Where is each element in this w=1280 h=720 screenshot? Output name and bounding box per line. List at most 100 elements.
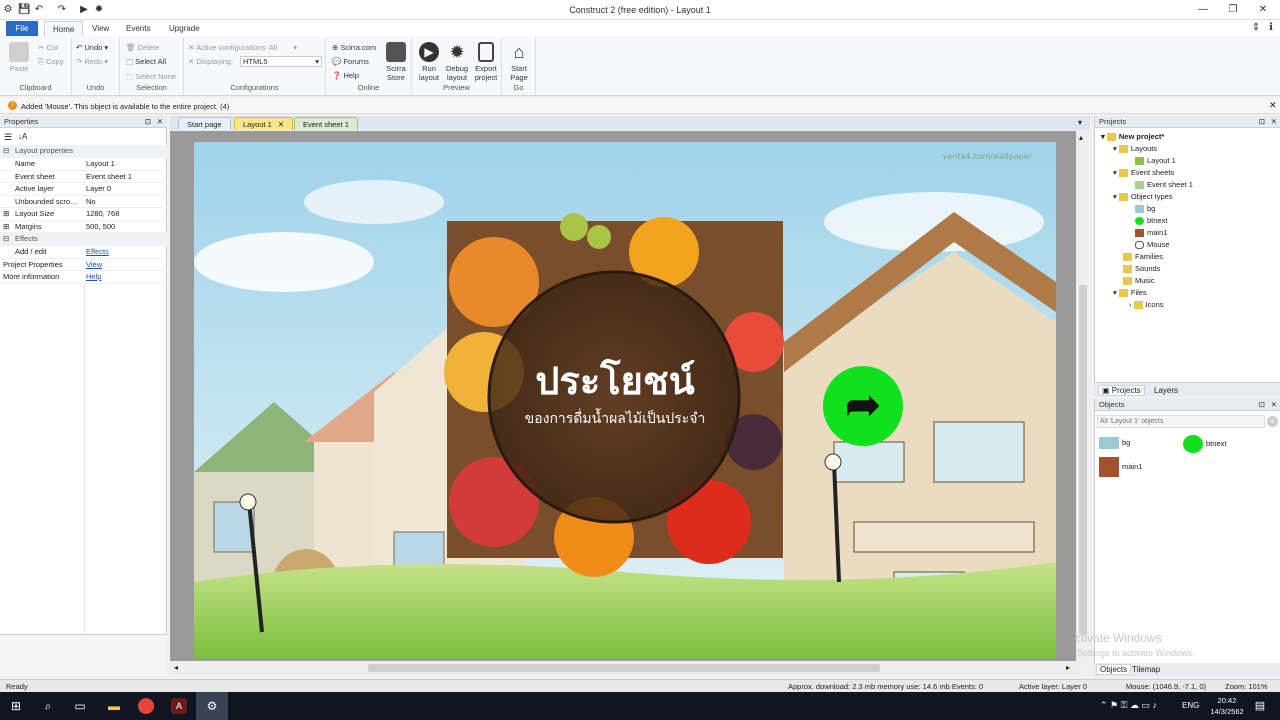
run-layout-button[interactable]: ▶ Run layout [416, 42, 442, 82]
select-none-button[interactable]: ⬚ Select None [126, 72, 176, 81]
notification-close-icon[interactable]: ✕ [1269, 100, 1277, 111]
scroll-left-icon[interactable]: ◂ [174, 663, 178, 672]
clock-date[interactable]: 14/3/2562 [1204, 707, 1250, 716]
pin-icon[interactable]: ⊡ [1259, 116, 1265, 128]
export-project-button[interactable]: Export project [472, 42, 500, 82]
tab-file[interactable]: File [6, 21, 38, 36]
tab-upgrade[interactable]: Upgrade [161, 21, 208, 36]
delete-button[interactable]: 🗑 Delete [126, 43, 159, 52]
pin-icon[interactable]: ⊡ [145, 116, 151, 128]
search-icon[interactable]: ⌕ [40, 698, 56, 714]
select-all-button[interactable]: ⬚ Select All [126, 57, 166, 66]
tabs-dropdown-icon[interactable]: ▾ [1078, 118, 1082, 127]
app-icon-red[interactable]: A [171, 698, 187, 714]
tree-item-event-sheet-1[interactable]: Event sheet 1 [1135, 180, 1193, 190]
tree-item-layout-1[interactable]: Layout 1 [1135, 156, 1176, 166]
language-indicator[interactable]: ENG [1182, 701, 1199, 710]
sort-alpha-icon[interactable]: ↓A [18, 132, 27, 141]
tab-layout-1[interactable]: Layout 1 ✕ [234, 117, 294, 130]
pin-icon[interactable]: ⊡ [1259, 399, 1265, 411]
tree-item-icons[interactable]: › Icons [1129, 300, 1164, 310]
active-configurations-dropdown[interactable]: ✕ Active configurations: All ▾ [188, 43, 297, 52]
tree-item-files[interactable]: ▾ Files [1113, 288, 1147, 298]
object-btnext[interactable]: btnext [1183, 435, 1226, 453]
prop-key: Layout Size [15, 209, 55, 218]
tree-item-mouse[interactable]: Mouse [1135, 240, 1170, 250]
section-layout-properties[interactable]: ⊟ Layout properties [0, 145, 167, 158]
start-icon[interactable]: ⊞ [8, 698, 24, 714]
objects-close-icon[interactable]: ✕ [1271, 399, 1277, 411]
layout-canvas[interactable]: ประโยชน์ ของการดื่มน้ำผลไม้เป็นประจำ yen… [194, 142, 1056, 659]
displaying-select[interactable]: HTML5 ▾ [240, 56, 322, 67]
tree-item-main1[interactable]: main1 [1135, 228, 1167, 238]
horizontal-scrollbar[interactable]: ◂ ▸ [170, 661, 1080, 675]
tree-item-bg[interactable]: bg [1135, 204, 1155, 214]
paste-button[interactable]: Paste [6, 42, 32, 73]
categorized-icon[interactable]: ☰ [4, 132, 12, 143]
prop-row-event-sheet[interactable]: Event sheet Event sheet 1 [0, 171, 167, 183]
tab-projects[interactable]: ▣ Projects [1098, 385, 1145, 396]
tree-item-event-sheets[interactable]: ▾ Event sheets [1113, 168, 1174, 178]
prop-row-active-layer[interactable]: Active layer Layer 0 [0, 183, 167, 196]
prop-row-margins[interactable]: ⊞ Margins 500, 500 [0, 221, 167, 233]
scirra-store-button[interactable]: Scirra Store [384, 42, 408, 82]
view-link[interactable]: View [86, 259, 102, 272]
clock-time[interactable]: 20:42 [1212, 696, 1242, 705]
horizontal-scroll-thumb[interactable] [368, 664, 880, 672]
scroll-up-icon[interactable]: ▴ [1079, 133, 1083, 142]
copy-button[interactable]: ⎘ Copy [38, 57, 64, 67]
notifications-icon[interactable]: ▤ [1252, 698, 1268, 714]
section-layout-label: Layout properties [15, 146, 73, 155]
forums-link[interactable]: 💬 Forums [332, 57, 369, 66]
properties-close-icon[interactable]: ✕ [157, 116, 163, 128]
tab-close-icon[interactable]: ✕ [278, 120, 284, 129]
tab-objects[interactable]: Objects [1096, 664, 1132, 675]
tab-tilemap[interactable]: Tilemap [1132, 665, 1160, 674]
scirra-link[interactable]: ⊕ Scirra.com [332, 43, 376, 52]
redo-button[interactable]: ↷ Redo ▾ [76, 57, 108, 66]
construct-taskbar-button[interactable]: ⚙ [196, 692, 228, 720]
cut-button[interactable]: ✂ Cut [38, 43, 58, 52]
prop-row-name[interactable]: Name Layout 1 [0, 158, 167, 171]
close-button[interactable]: ✕ [1253, 3, 1273, 17]
object-bg[interactable]: bg [1099, 437, 1130, 449]
objects-filter-input[interactable] [1097, 415, 1265, 428]
help-icon[interactable]: ℹ [1265, 22, 1277, 34]
section-effects[interactable]: ⊟ Effects [0, 233, 167, 246]
file-explorer-icon[interactable]: ▬ [106, 698, 122, 714]
tree-root[interactable]: ▾ New project* [1101, 132, 1164, 142]
vertical-scroll-thumb[interactable] [1079, 285, 1087, 635]
tree-item-sounds[interactable]: Sounds [1123, 264, 1160, 274]
start-page-button[interactable]: ⌂ Start Page [506, 42, 532, 82]
help-link[interactable]: ❓ Help [332, 71, 359, 80]
tray-icons[interactable]: ⌃ ⚑ ⚿ ☁ ▭ ♪ [1100, 700, 1157, 711]
add-object-icon[interactable]: + [1267, 416, 1278, 427]
ribbon-collapse-icon[interactable]: ⇕ [1250, 22, 1262, 34]
task-view-icon[interactable]: ▭ [72, 698, 88, 714]
tab-event-sheet-1[interactable]: Event sheet 1 [294, 117, 358, 130]
tab-view[interactable]: View [84, 21, 117, 36]
prop-row-unbounded[interactable]: Unbounded scro... No [0, 196, 167, 208]
restore-button[interactable]: ❐ [1223, 3, 1243, 17]
effects-link[interactable]: Effects [86, 246, 109, 259]
tree-item-families[interactable]: Families [1123, 252, 1163, 262]
prop-row-layout-size[interactable]: ⊞ Layout Size 1280, 768 [0, 208, 167, 221]
debug-layout-button[interactable]: ✹ Debug layout [444, 42, 470, 82]
help-link-prop[interactable]: Help [86, 271, 101, 284]
tree-item-music[interactable]: Music [1123, 276, 1155, 286]
tree-item-btnext[interactable]: btnext [1135, 216, 1167, 226]
tab-layers[interactable]: Layers [1154, 386, 1178, 395]
btnext-sprite[interactable]: ➦ [823, 366, 903, 446]
tab-events[interactable]: Events [118, 21, 158, 36]
tab-home[interactable]: Home [44, 21, 84, 36]
tree-item-object-types[interactable]: ▾ Object types [1113, 192, 1173, 202]
object-main1[interactable]: main1 [1099, 457, 1142, 477]
tab-start-page[interactable]: Start page [178, 117, 231, 130]
vertical-scrollbar[interactable]: ▴ [1076, 131, 1090, 661]
undo-button[interactable]: ↶ Undo ▾ [76, 43, 108, 52]
tree-item-layouts[interactable]: ▾ Layouts [1113, 144, 1157, 154]
chrome-icon[interactable] [138, 698, 154, 714]
minimize-button[interactable]: — [1193, 3, 1213, 17]
projects-close-icon[interactable]: ✕ [1271, 116, 1277, 128]
scroll-right-icon[interactable]: ▸ [1066, 663, 1070, 672]
